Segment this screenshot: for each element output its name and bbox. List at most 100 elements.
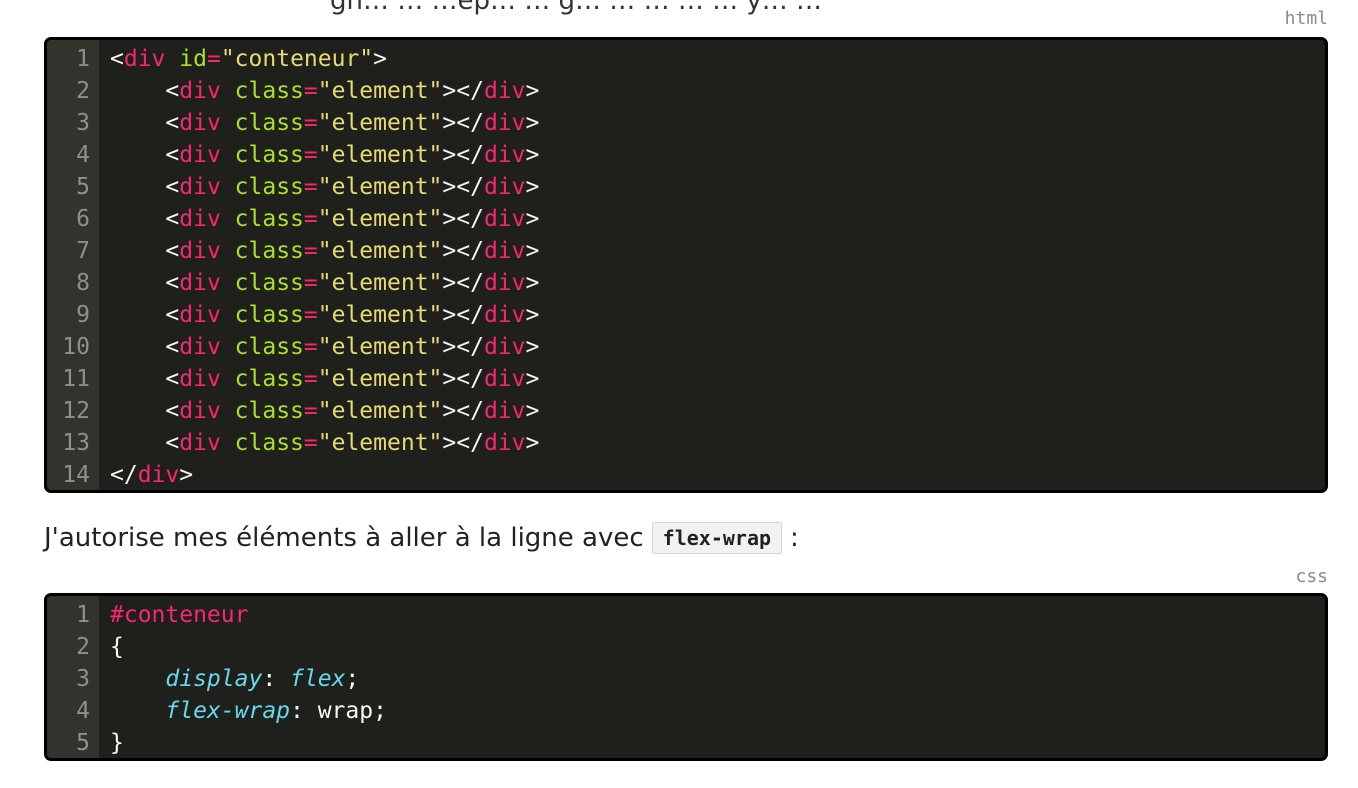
code-line: 1 <div id="conteneur"> xyxy=(47,43,1325,75)
code-token: ></ xyxy=(442,270,484,296)
line-number: 8 xyxy=(76,270,90,296)
code-token: > xyxy=(525,270,540,296)
code-text: } xyxy=(110,727,124,758)
code-token: div xyxy=(179,398,221,424)
code-token: ></ xyxy=(442,78,484,104)
code-token: = xyxy=(303,430,318,456)
line-number: 4 xyxy=(76,698,90,724)
code-line: 12 <div class="element"></div> xyxy=(47,395,1325,427)
code-text: <div class="element"></div> xyxy=(110,395,539,427)
code-text: <div class="element"></div> xyxy=(110,75,539,107)
code-text: <div id="conteneur"> xyxy=(110,43,387,75)
code-text: <div class="element"></div> xyxy=(110,363,539,395)
code-token: class xyxy=(234,110,304,136)
code-token: > xyxy=(525,110,540,136)
line-number: 13 xyxy=(62,430,90,456)
code-token: display xyxy=(165,666,263,692)
code-token: div xyxy=(179,302,221,328)
line-number: 10 xyxy=(62,334,90,360)
code-token: div xyxy=(483,174,526,200)
code-token: < xyxy=(110,78,180,104)
code-token: > xyxy=(525,302,540,328)
line-number: 11 xyxy=(62,366,90,392)
code-token: "element" xyxy=(317,430,443,456)
code-text: <div class="element"></div> xyxy=(110,171,539,203)
code-token: > xyxy=(525,398,540,424)
code-line: 13 <div class="element"></div> xyxy=(47,427,1325,459)
line-number: 7 xyxy=(76,238,90,264)
code-line: 3 display: flex; xyxy=(47,663,1325,695)
code-token: "element" xyxy=(317,270,443,296)
line-number: 3 xyxy=(76,666,90,692)
code-token: div xyxy=(483,238,526,264)
code-token: = xyxy=(303,398,318,424)
code-token: : xyxy=(262,666,291,692)
paragraph-text: J'autorise mes éléments à aller à la lig… xyxy=(44,523,644,553)
html-code-block[interactable]: 1 <div id="conteneur"> 2 <div class="eleme… xyxy=(44,37,1328,493)
line-number: 5 xyxy=(76,174,90,200)
code-token: "element" xyxy=(317,110,443,136)
code-token: { xyxy=(110,634,124,660)
line-number: 9 xyxy=(76,302,90,328)
code-text: #conteneur xyxy=(110,599,248,631)
code-text: <div class="element"></div> xyxy=(110,203,539,235)
code-token: class xyxy=(234,142,304,168)
code-token: class xyxy=(234,206,304,232)
code-text: <div class="element"></div> xyxy=(110,107,539,139)
code-token: ></ xyxy=(442,110,484,136)
line-number: 1 xyxy=(76,602,90,628)
code-token: ></ xyxy=(442,206,484,232)
css-code-block[interactable]: 1 #conteneur 2{3 display: flex; 4 flex-wrap… xyxy=(44,593,1328,761)
code-token: > xyxy=(373,46,388,72)
code-token: < xyxy=(110,238,180,264)
code-token: ></ xyxy=(442,398,484,424)
code-line: 1 #conteneur xyxy=(47,599,1325,631)
code-token: flex xyxy=(290,666,346,692)
code-token: ></ xyxy=(442,334,484,360)
code-token: div xyxy=(483,270,526,296)
code-token: "element" xyxy=(317,206,443,232)
code-token: div xyxy=(179,430,221,456)
line-number: 2 xyxy=(76,78,90,104)
code-token: div xyxy=(179,174,221,200)
code-line: 11 <div class="element"></div> xyxy=(47,363,1325,395)
code-token: ></ xyxy=(442,366,484,392)
line-number: 5 xyxy=(76,730,90,756)
code-token: < xyxy=(110,142,180,168)
code-token: div xyxy=(179,238,221,264)
code-token: id xyxy=(179,46,207,72)
code-token: div xyxy=(483,366,526,392)
code-token: div xyxy=(179,366,221,392)
line-number: 4 xyxy=(76,142,90,168)
code-token: ; xyxy=(345,666,360,692)
code-token: </ xyxy=(110,462,138,488)
code-token: div xyxy=(179,206,221,232)
code-line: 2 <div class="element"></div> xyxy=(47,75,1325,107)
code-line: 4 flex-wrap: wrap; xyxy=(47,695,1325,727)
code-token: div xyxy=(483,302,526,328)
code-line: 4 <div class="element"></div> xyxy=(47,139,1325,171)
line-number: 2 xyxy=(76,634,90,660)
code-line: 14 </div> xyxy=(47,459,1325,490)
code-token: < xyxy=(110,334,180,360)
code-token: = xyxy=(303,174,318,200)
code-token: = xyxy=(303,110,318,136)
code-token: class xyxy=(234,302,304,328)
code-line: 10 <div class="element"></div> xyxy=(47,331,1325,363)
code-token: div xyxy=(483,110,526,136)
code-token: class xyxy=(234,366,304,392)
code-text: { xyxy=(110,631,124,663)
code-token: div xyxy=(483,334,526,360)
code-text: <div class="element"></div> xyxy=(110,139,539,171)
